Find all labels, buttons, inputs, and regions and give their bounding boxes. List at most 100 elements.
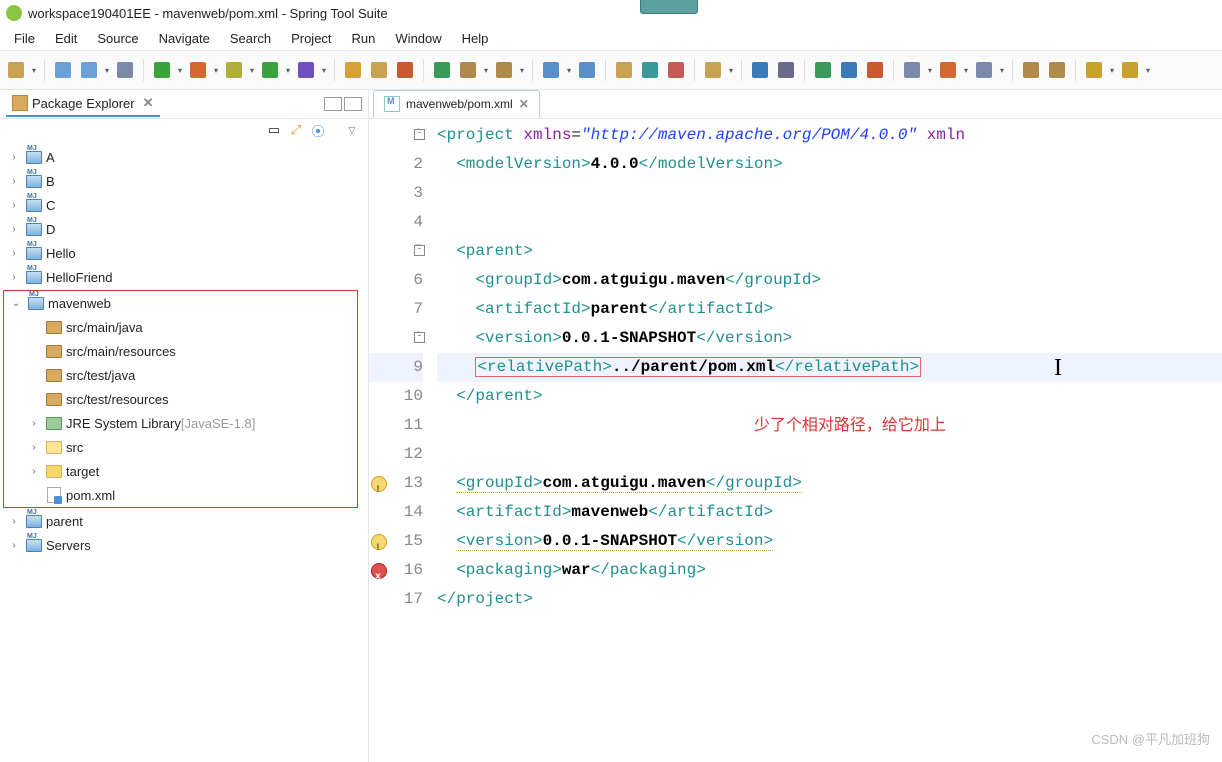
chevron-right-icon[interactable]: › [6,248,22,259]
toolbar-button[interactable] [864,59,886,81]
toolbar-button[interactable] [223,59,245,81]
toolbar-button[interactable] [613,59,635,81]
chevron-down-icon[interactable]: ▾ [284,66,292,75]
chevron-right-icon[interactable]: › [6,152,22,163]
view-menu-icon[interactable]: ▽ [344,122,360,138]
tree-row[interactable]: src/test/java [4,363,357,387]
line-number[interactable]: 7 [369,295,423,324]
menu-file[interactable]: File [6,28,43,49]
toolbar-button[interactable] [540,59,562,81]
chevron-right-icon[interactable]: › [26,442,42,453]
tree-row[interactable]: ›HelloFriend [2,265,366,289]
line-gutter[interactable]: 1-2345-678-91011121314151617 [369,119,431,762]
warn-marker-icon[interactable] [371,476,387,492]
toolbar-button[interactable] [1119,59,1141,81]
close-icon[interactable]: ✕ [519,97,529,111]
chevron-right-icon[interactable]: › [6,224,22,235]
chevron-down-icon[interactable]: ▾ [962,66,970,75]
toolbar-button[interactable] [749,59,771,81]
toolbar-button[interactable] [5,59,27,81]
line-number[interactable]: 11 [369,411,423,440]
toolbar-button[interactable] [1020,59,1042,81]
line-number[interactable]: 8- [369,324,423,353]
tree-row[interactable]: ›D [2,217,366,241]
toolbar-button[interactable] [151,59,173,81]
chevron-down-icon[interactable]: ▾ [1108,66,1116,75]
fold-toggle-icon[interactable]: - [414,332,425,343]
minimize-view-button[interactable] [324,97,342,111]
toolbar-button[interactable] [342,59,364,81]
toolbar-button[interactable] [838,59,860,81]
toolbar-button[interactable] [187,59,209,81]
tree-row[interactable]: ›JRE System Library [JavaSE-1.8] [4,411,357,435]
toolbar-button[interactable] [493,59,515,81]
chevron-right-icon[interactable]: › [26,418,42,429]
line-number[interactable]: 9 [369,353,423,382]
editor-tab[interactable]: mavenweb/pom.xml ✕ [373,90,540,118]
tree-row[interactable]: ›Hello [2,241,366,265]
tree-row[interactable]: ›src [4,435,357,459]
chevron-down-icon[interactable]: ▾ [998,66,1006,75]
chevron-right-icon[interactable]: › [6,176,22,187]
chevron-right-icon[interactable]: › [26,466,42,477]
chevron-down-icon[interactable]: ▾ [926,66,934,75]
tree-row[interactable]: src/test/resources [4,387,357,411]
line-number[interactable]: 2 [369,150,423,179]
code-editor[interactable]: 1-2345-678-91011121314151617 <project xm… [369,119,1222,762]
line-number[interactable]: 17 [369,585,423,614]
toolbar-button[interactable] [639,59,661,81]
menu-window[interactable]: Window [387,28,449,49]
fold-toggle-icon[interactable]: - [414,245,425,256]
line-number[interactable]: 16 [369,556,423,585]
chevron-down-icon[interactable]: ▾ [248,66,256,75]
line-number[interactable]: 14 [369,498,423,527]
toolbar-button[interactable] [1083,59,1105,81]
link-editor-icon[interactable]: ⤢ [288,122,304,138]
close-icon[interactable]: ✕ [143,95,154,111]
package-explorer-tab[interactable]: Package Explorer ✕ [6,91,160,117]
line-number[interactable]: 3 [369,179,423,208]
line-number[interactable]: 6 [369,266,423,295]
line-number[interactable]: 10 [369,382,423,411]
menu-edit[interactable]: Edit [47,28,85,49]
toolbar-button[interactable] [812,59,834,81]
toolbar-button[interactable] [665,59,687,81]
toolbar-button[interactable] [52,59,74,81]
fold-toggle-icon[interactable]: - [414,129,425,140]
toolbar-button[interactable] [259,59,281,81]
line-number[interactable]: 5- [369,237,423,266]
toolbar-button[interactable] [457,59,479,81]
chevron-down-icon[interactable]: ▾ [30,66,38,75]
chevron-right-icon[interactable]: › [6,272,22,283]
tree-row[interactable]: ›A [2,145,366,169]
menu-source[interactable]: Source [89,28,146,49]
collapse-all-icon[interactable]: ▭ [266,122,282,138]
toolbar-button[interactable] [901,59,923,81]
line-number[interactable]: 15 [369,527,423,556]
line-number[interactable]: 4 [369,208,423,237]
toolbar-button[interactable] [368,59,390,81]
menu-project[interactable]: Project [283,28,339,49]
chevron-down-icon[interactable]: ▾ [518,66,526,75]
toolbar-button[interactable] [1046,59,1068,81]
chevron-down-icon[interactable]: ▾ [176,66,184,75]
chevron-down-icon[interactable]: ▾ [212,66,220,75]
chevron-down-icon[interactable]: ⌄ [8,298,24,309]
code-content[interactable]: <project xmlns="http://maven.apache.org/… [431,119,1222,762]
tree-row[interactable]: ›parent [2,509,366,533]
tree-row[interactable]: ⌄mavenweb [4,291,357,315]
tree-row[interactable]: ›C [2,193,366,217]
warn-marker-icon[interactable] [371,534,387,550]
toolbar-button[interactable] [937,59,959,81]
tree-row[interactable]: ›target [4,459,357,483]
chevron-down-icon[interactable]: ▾ [727,66,735,75]
toolbar-button[interactable] [431,59,453,81]
toolbar-button[interactable] [702,59,724,81]
toolbar-button[interactable] [295,59,317,81]
tree-row[interactable]: src/main/java [4,315,357,339]
err-marker-icon[interactable] [371,563,387,579]
line-number[interactable]: 12 [369,440,423,469]
chevron-down-icon[interactable]: ▾ [1144,66,1152,75]
toolbar-button[interactable] [114,59,136,81]
menu-search[interactable]: Search [222,28,279,49]
